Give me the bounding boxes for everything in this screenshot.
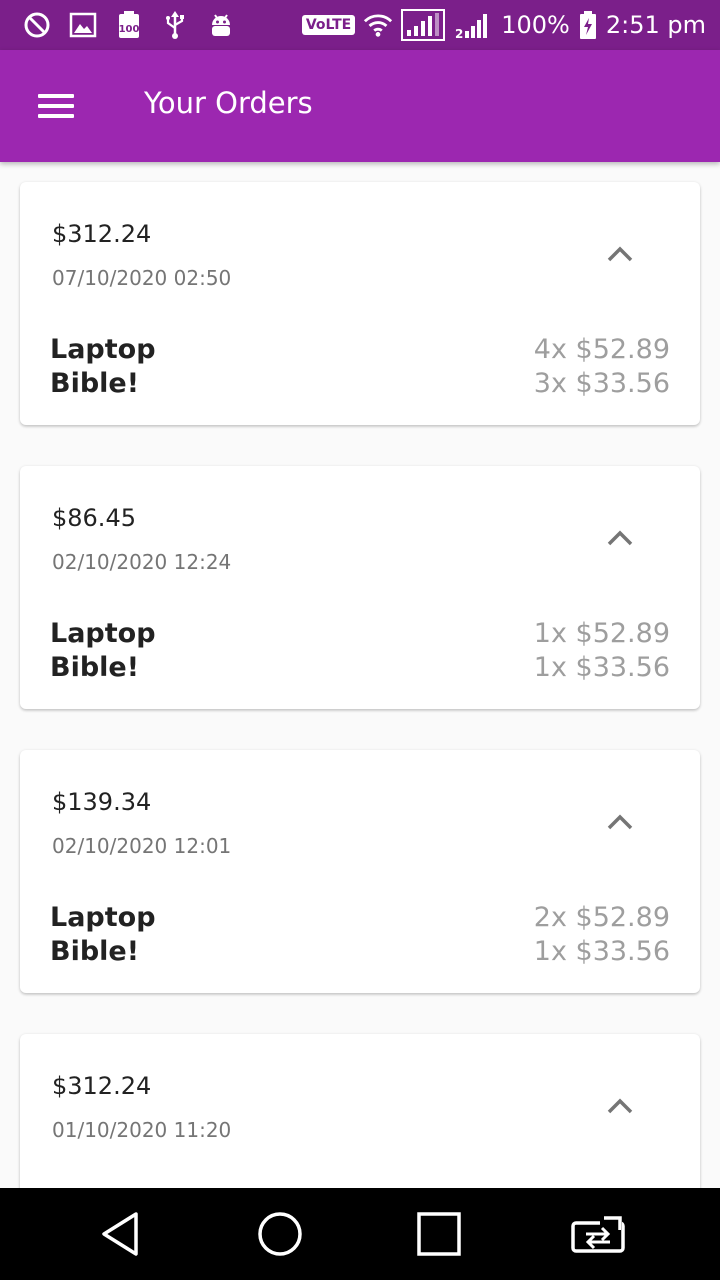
order-card[interactable]: $312.24 01/10/2020 11:20	[20, 1034, 700, 1188]
order-total: $312.24	[52, 1072, 152, 1100]
chevron-up-icon[interactable]	[602, 236, 638, 272]
volte-indicator: VoLTE	[301, 15, 356, 35]
svg-text:2: 2	[455, 27, 463, 40]
order-total: $312.24	[52, 220, 152, 248]
home-icon[interactable]	[252, 1208, 308, 1260]
wifi-icon	[363, 10, 393, 40]
status-bar: 100 VoLTE 2 100% 2:51 pm	[0, 0, 720, 50]
order-item: Bible! 1x $33.56	[50, 936, 670, 970]
sim2-signal-icon: 2	[453, 10, 493, 40]
status-bar-system: VoLTE 2 100% 2:51 pm	[301, 8, 706, 42]
battery-percent: 100%	[501, 11, 570, 39]
order-card[interactable]: $139.34 02/10/2020 12:01 Laptop 2x $52.8…	[20, 750, 700, 993]
chevron-up-icon[interactable]	[602, 520, 638, 556]
item-price: 4x $52.89	[533, 334, 670, 365]
order-item: Bible! 3x $33.56	[50, 368, 670, 402]
screen-switch-icon[interactable]	[570, 1208, 626, 1260]
item-name: Bible!	[50, 652, 140, 683]
clock: 2:51 pm	[605, 11, 706, 39]
item-price: 3x $33.56	[533, 368, 670, 399]
order-date: 07/10/2020 02:50	[52, 266, 232, 290]
usb-icon	[160, 10, 190, 40]
chevron-up-icon[interactable]	[602, 1088, 638, 1124]
gallery-icon	[68, 10, 98, 40]
page-title: Your Orders	[144, 86, 313, 120]
order-list[interactable]: $312.24 07/10/2020 02:50 Laptop 4x $52.8…	[0, 162, 720, 1188]
item-price: 1x $52.89	[533, 618, 670, 649]
hamburger-menu-icon[interactable]	[30, 88, 82, 124]
item-name: Bible!	[50, 368, 140, 399]
item-name: Laptop	[50, 618, 156, 649]
item-name: Laptop	[50, 902, 156, 933]
order-total: $86.45	[52, 504, 136, 532]
order-item: Laptop 1x $52.89	[50, 618, 670, 652]
item-price: 2x $52.89	[533, 902, 670, 933]
android-debug-icon	[206, 10, 236, 40]
order-item: Laptop 2x $52.89	[50, 902, 670, 936]
svg-text:100: 100	[119, 24, 140, 35]
item-price: 1x $33.56	[533, 652, 670, 683]
order-date: 02/10/2020 12:24	[52, 550, 232, 574]
navigation-bar	[0, 1188, 720, 1280]
order-item: Laptop 4x $52.89	[50, 334, 670, 368]
status-bar-notifications: 100	[22, 8, 236, 42]
order-total: $139.34	[52, 788, 152, 816]
order-date: 01/10/2020 11:20	[52, 1118, 232, 1142]
order-date: 02/10/2020 12:01	[52, 834, 232, 858]
item-name: Bible!	[50, 936, 140, 967]
battery-icon	[578, 10, 598, 40]
back-icon[interactable]	[92, 1208, 148, 1260]
app-bar: Your Orders	[0, 50, 720, 162]
order-card[interactable]: $86.45 02/10/2020 12:24 Laptop 1x $52.89…	[20, 466, 700, 709]
sim1-signal-icon	[401, 9, 446, 41]
order-card[interactable]: $312.24 07/10/2020 02:50 Laptop 4x $52.8…	[20, 182, 700, 425]
order-item: Bible! 1x $33.56	[50, 652, 670, 686]
recents-icon[interactable]	[411, 1208, 467, 1260]
do-not-disturb-icon	[22, 10, 52, 40]
item-price: 1x $33.56	[533, 936, 670, 967]
chevron-up-icon[interactable]	[602, 804, 638, 840]
storage-100-icon: 100	[114, 10, 144, 40]
item-name: Laptop	[50, 334, 156, 365]
